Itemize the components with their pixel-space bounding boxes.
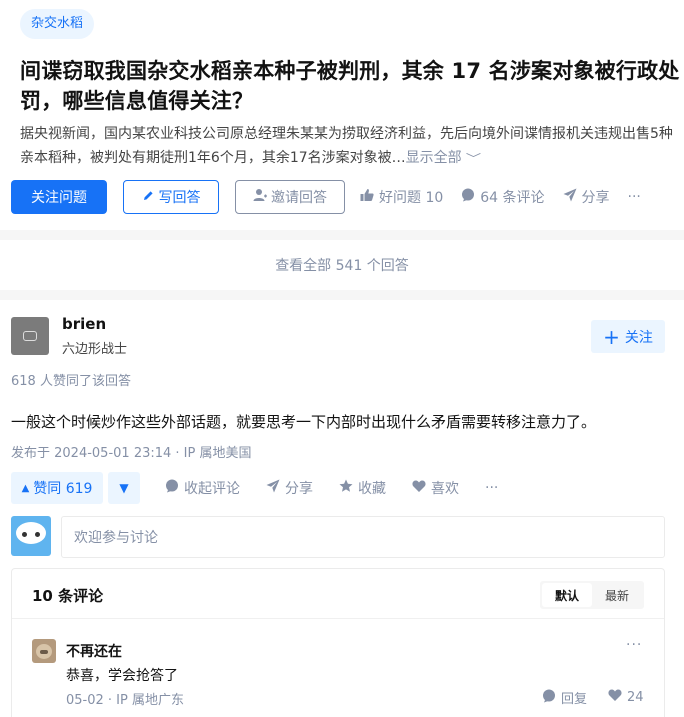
triangle-up-icon: ▲ bbox=[21, 482, 30, 494]
comment-meta: 05-02 · IP 属地广东 bbox=[66, 693, 184, 708]
chevron-down-icon[interactable]: ﹀ bbox=[465, 147, 480, 171]
collapse-comments-button[interactable]: 收起评论 bbox=[165, 478, 240, 498]
comments-header: 10 条评论 默认 最新 bbox=[12, 569, 664, 619]
favorite-button[interactable]: 收藏 bbox=[339, 478, 386, 498]
follow-question-label: 关注问题 bbox=[31, 190, 87, 206]
avatar-eye bbox=[35, 532, 40, 537]
author-avatar[interactable] bbox=[11, 317, 49, 355]
author-name[interactable]: brien bbox=[62, 315, 106, 333]
answer-share-label: 分享 bbox=[285, 481, 313, 497]
collapse-comments-label: 收起评论 bbox=[184, 481, 240, 497]
question-more-button[interactable]: ··· bbox=[628, 189, 641, 205]
answer-meta[interactable]: 发布于 2024-05-01 23:14 · IP 属地美国 bbox=[11, 442, 251, 461]
more-dots-icon: ··· bbox=[485, 480, 499, 496]
comment-more-button[interactable]: ··· bbox=[626, 637, 642, 653]
voters-text: 618 人赞同了该回答 bbox=[11, 374, 131, 389]
answer-card: brien 六边形战士 + 关注 618 人赞同了该回答 一般这个时候炒作这些外… bbox=[0, 300, 684, 717]
author-badge: 六边形战士 bbox=[62, 342, 128, 357]
write-answer-button[interactable]: 写回答 bbox=[123, 180, 219, 214]
like-label: 喜欢 bbox=[431, 481, 459, 497]
comment-bubble-icon bbox=[542, 689, 556, 707]
question-share-label: 分享 bbox=[581, 190, 610, 206]
answer-more-button[interactable]: ··· bbox=[485, 480, 498, 496]
sort-latest-tab[interactable]: 最新 bbox=[592, 583, 642, 607]
invite-user-icon bbox=[253, 188, 267, 206]
comment-reply-label: 回复 bbox=[561, 692, 588, 707]
question-card: 杂交水稻 间谍窃取我国杂交水稻亲本种子被判刑，其余 17 名涉案对象被行政处罚，… bbox=[0, 0, 684, 230]
comment-bubble-icon bbox=[165, 479, 179, 497]
question-excerpt-text: 据央视新闻，国内某农业科技公司原总经理朱某某为捞取经济利益，先后向境外间谍情报机… bbox=[20, 126, 673, 166]
invite-answer-button[interactable]: 邀请回答 bbox=[235, 180, 345, 214]
question-actions: 好问题 10 64 条评论 分享 ··· bbox=[360, 180, 659, 214]
follow-author-button[interactable]: + 关注 bbox=[591, 320, 665, 353]
comment-bubble-icon bbox=[461, 188, 475, 206]
good-question-button[interactable]: 好问题 10 bbox=[360, 187, 443, 207]
question-share-button[interactable]: 分享 bbox=[563, 187, 610, 207]
comment-like-count: 24 bbox=[627, 689, 644, 705]
follow-author-label: 关注 bbox=[624, 329, 653, 346]
commenter-avatar[interactable] bbox=[32, 639, 56, 663]
avatar-face bbox=[16, 522, 46, 544]
share-plane-icon bbox=[266, 479, 280, 497]
avatar-eye bbox=[22, 532, 27, 537]
follow-question-button[interactable]: 关注问题 bbox=[11, 180, 107, 214]
plus-icon: + bbox=[603, 324, 620, 349]
comment-text: 恭喜，学会抢答了 bbox=[66, 668, 178, 684]
star-icon bbox=[339, 479, 353, 497]
question-title[interactable]: 间谍窃取我国杂交水稻亲本种子被判刑，其余 17 名涉案对象被行政处罚，哪些信息值… bbox=[20, 56, 680, 116]
avatar-image bbox=[23, 331, 37, 341]
like-button[interactable]: 喜欢 bbox=[412, 478, 459, 498]
comments-panel: 10 条评论 默认 最新 不再还在 ··· 恭喜，学会抢答了 05-02 · I… bbox=[11, 568, 665, 717]
question-comments-button[interactable]: 64 条评论 bbox=[461, 187, 545, 207]
share-plane-icon bbox=[563, 188, 577, 206]
comment-input[interactable]: 欢迎参与讨论 bbox=[61, 516, 665, 558]
sort-default-tab[interactable]: 默认 bbox=[542, 583, 592, 607]
pencil-icon bbox=[142, 189, 155, 206]
comments-count: 10 条评论 bbox=[32, 587, 104, 605]
answer-share-button[interactable]: 分享 bbox=[266, 478, 313, 498]
comment-sort-tabs: 默认 最新 bbox=[540, 581, 644, 609]
heart-icon bbox=[608, 688, 622, 706]
invite-answer-label: 邀请回答 bbox=[271, 190, 327, 206]
good-question-label: 好问题 10 bbox=[379, 190, 444, 206]
more-dots-icon: ··· bbox=[627, 189, 641, 205]
show-all-link[interactable]: 显示全部 bbox=[406, 150, 462, 166]
topic-tag[interactable]: 杂交水稻 bbox=[20, 9, 95, 39]
favorite-label: 收藏 bbox=[358, 481, 386, 497]
thumbs-up-icon bbox=[360, 188, 374, 206]
vote-up-button[interactable]: ▲ 赞同 619 bbox=[11, 472, 103, 504]
write-answer-label: 写回答 bbox=[158, 190, 201, 206]
current-user-avatar bbox=[11, 516, 51, 556]
answer-actions: 收起评论 分享 收藏 喜欢 ··· bbox=[165, 472, 524, 504]
heart-icon bbox=[412, 479, 426, 497]
question-excerpt: 据央视新闻，国内某农业科技公司原总经理朱某某为捞取经济利益，先后向境外间谍情报机… bbox=[20, 122, 680, 171]
vote-up-label: 赞同 619 bbox=[33, 481, 93, 497]
question-comments-label: 64 条评论 bbox=[480, 190, 545, 206]
view-all-answers-label: 查看全部 541 个回答 bbox=[275, 258, 409, 274]
answer-content: 一般这个时候炒作这些外部话题，就要思考一下内部时出现什么矛盾需要转移注意力了。 bbox=[11, 413, 597, 431]
comment-reply-button[interactable]: 回复 bbox=[542, 688, 587, 707]
comment-like-button[interactable]: 24 bbox=[608, 688, 644, 706]
comment-input-placeholder: 欢迎参与讨论 bbox=[74, 530, 158, 546]
view-all-answers-link[interactable]: 查看全部 541 个回答 bbox=[0, 240, 684, 290]
vote-down-button[interactable]: ▼ bbox=[108, 472, 140, 504]
triangle-down-icon: ▼ bbox=[119, 481, 129, 495]
commenter-name[interactable]: 不再还在 bbox=[66, 641, 122, 661]
